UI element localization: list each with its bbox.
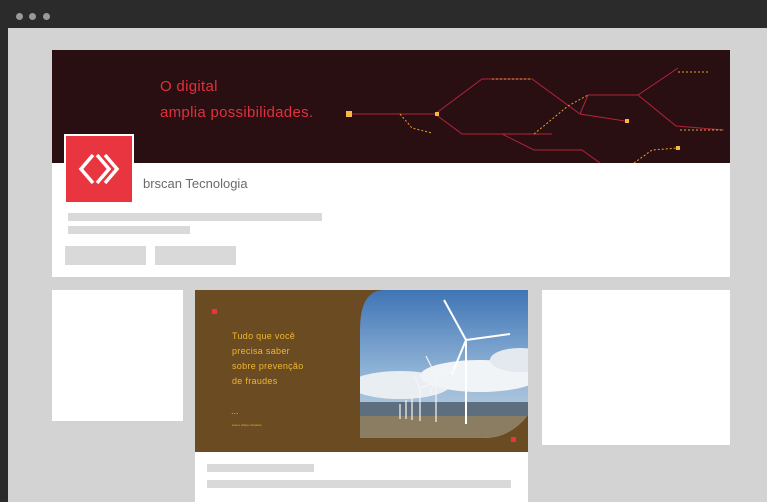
placeholder-button[interactable]	[65, 246, 146, 265]
ad-headline-line-3: sobre prevenção	[232, 361, 304, 371]
circuit-node	[435, 112, 439, 116]
ad-headline-line-4: de fraudes	[232, 376, 278, 386]
company-logo[interactable]	[64, 134, 134, 204]
company-profile-card: O digital amplia possibilidades. brscan …	[52, 50, 730, 277]
placeholder-text-line	[68, 226, 190, 234]
cover-banner: O digital amplia possibilidades.	[52, 50, 730, 163]
placeholder-text-line	[68, 213, 322, 221]
right-side-card	[542, 290, 730, 445]
placeholder-button[interactable]	[155, 246, 236, 265]
wind-turbines-photo	[360, 290, 528, 438]
ad-ellipsis: ...	[231, 406, 239, 416]
chevrons-logo-icon	[78, 153, 120, 185]
post-ad-image[interactable]: Tudo que você precisa saber sobre preven…	[195, 290, 528, 452]
placeholder-text-line	[207, 464, 314, 472]
circuit-node	[676, 146, 680, 150]
window-dot-minimize-icon[interactable]	[29, 13, 36, 20]
circuit-lines-graphic	[346, 67, 725, 163]
accent-square	[212, 309, 217, 314]
post-card: Tudo que você precisa saber sobre preven…	[195, 290, 528, 502]
ad-headline-line-1: Tudo que você	[232, 331, 296, 341]
ad-read-more-link[interactable]: Leia o artigo completo	[232, 423, 262, 427]
circuit-node	[346, 111, 352, 117]
ad-headline-line-2: precisa saber	[232, 346, 290, 356]
circuit-node	[625, 119, 629, 123]
company-name[interactable]: brscan Tecnologia	[143, 176, 248, 191]
left-side-card	[52, 290, 183, 421]
browser-titlebar	[0, 0, 767, 28]
page-viewport: O digital amplia possibilidades. brscan …	[8, 28, 767, 502]
window-dot-close-icon[interactable]	[16, 13, 23, 20]
accent-square	[511, 437, 516, 442]
window-dot-maximize-icon[interactable]	[43, 13, 50, 20]
placeholder-text-line	[207, 480, 511, 488]
